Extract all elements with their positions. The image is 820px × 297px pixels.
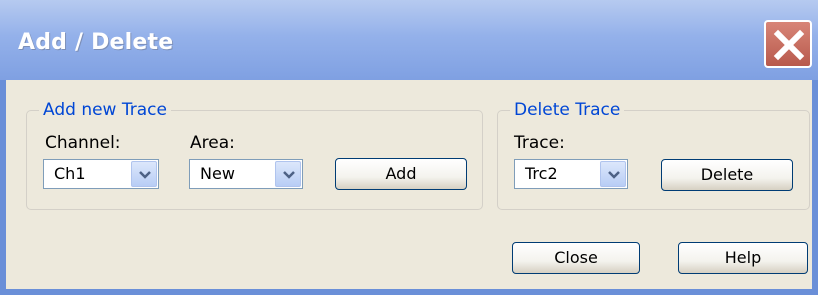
help-button[interactable]: Help [678, 242, 808, 274]
delete-trace-group-title: Delete Trace [510, 99, 625, 121]
delete-trace-group: Delete Trace Trace: Trc2 Delete [497, 99, 810, 210]
add-trace-group-title: Add new Trace [39, 99, 171, 121]
channel-value: Ch1 [54, 164, 86, 183]
window-close-button[interactable] [764, 20, 812, 68]
dialog-body: Add new Trace Channel: Ch1 Area: New Add… [6, 80, 812, 289]
trace-label: Trace: [514, 133, 565, 153]
trace-dropdown-button[interactable] [600, 161, 626, 187]
window-title: Add / Delete [18, 30, 174, 55]
dialog-window: Add / Delete Add new Trace Channel: Ch1 … [0, 0, 818, 295]
channel-label: Channel: [45, 133, 121, 153]
title-bar[interactable]: Add / Delete [0, 0, 818, 80]
area-label: Area: [190, 133, 235, 153]
trace-select[interactable]: Trc2 [514, 159, 628, 189]
channel-dropdown-button[interactable] [131, 161, 157, 187]
chevron-down-icon [283, 171, 295, 179]
channel-select[interactable]: Ch1 [43, 159, 159, 189]
area-select[interactable]: New [189, 159, 303, 189]
close-x-icon [773, 29, 805, 61]
add-button[interactable]: Add [335, 158, 467, 190]
delete-button[interactable]: Delete [661, 159, 793, 191]
chevron-down-icon [139, 171, 151, 179]
trace-value: Trc2 [525, 164, 558, 183]
area-dropdown-button[interactable] [275, 161, 301, 187]
chevron-down-icon [608, 171, 620, 179]
close-button[interactable]: Close [512, 242, 640, 274]
area-value: New [200, 164, 235, 183]
add-trace-group: Add new Trace Channel: Ch1 Area: New Add [26, 99, 483, 210]
